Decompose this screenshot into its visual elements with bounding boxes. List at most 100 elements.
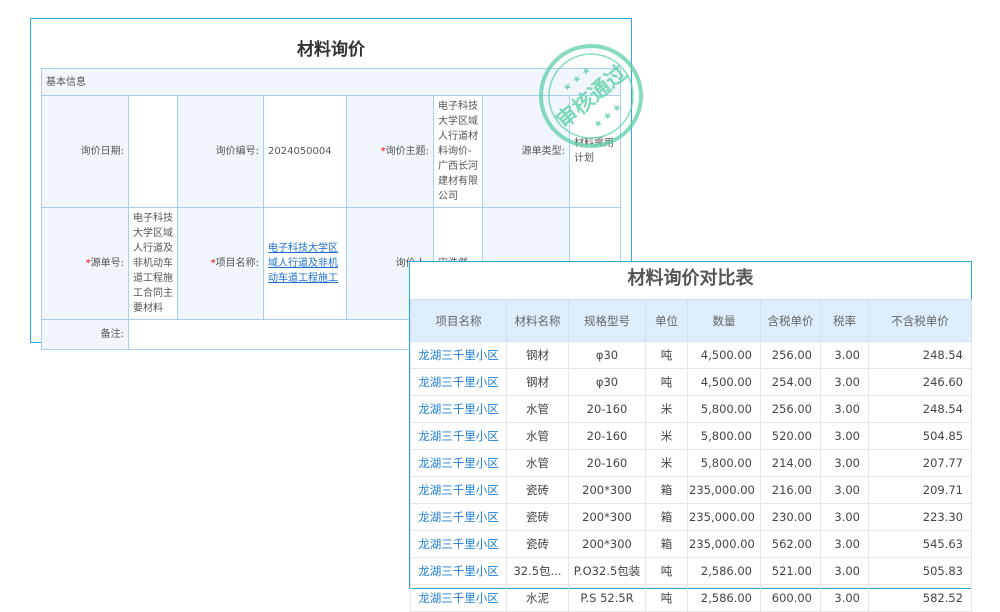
tax-rate: 3.00 — [821, 450, 869, 477]
quantity: 235,000.00 — [688, 504, 761, 531]
price-incl-tax: 256.00 — [761, 396, 821, 423]
quantity: 4,500.00 — [688, 369, 761, 396]
quantity: 235,000.00 — [688, 477, 761, 504]
project-link[interactable]: 龙湖三千里小区 — [411, 396, 507, 423]
spec: 20-160 — [569, 450, 646, 477]
table-row: 龙湖三千里小区钢材φ30吨4,500.00254.003.00246.60 — [411, 369, 972, 396]
table-row: 龙湖三千里小区水管20-160米5,800.00214.003.00207.77 — [411, 450, 972, 477]
price-excl-tax: 207.77 — [869, 450, 972, 477]
price-excl-tax: 545.63 — [869, 531, 972, 558]
price-incl-tax: 230.00 — [761, 504, 821, 531]
unit: 箱 — [646, 504, 688, 531]
table-row: 龙湖三千里小区水泥P.S 52.5R吨2,586.00600.003.00582… — [411, 585, 972, 612]
table-row: 龙湖三千里小区32.5包...P.O32.5包装吨2,586.00521.003… — [411, 558, 972, 585]
tax-rate: 3.00 — [821, 477, 869, 504]
unit: 箱 — [646, 531, 688, 558]
approved-stamp-icon: 审核通过 ★ ★ ★ ★ ★ ★ — [536, 41, 646, 151]
quantity: 5,800.00 — [688, 396, 761, 423]
project-link[interactable]: 龙湖三千里小区 — [411, 531, 507, 558]
project-link[interactable]: 龙湖三千里小区 — [411, 504, 507, 531]
source-no-label-text: 源单号: — [91, 258, 124, 269]
project-link[interactable]: 龙湖三千里小区 — [411, 477, 507, 504]
price-excl-tax: 504.85 — [869, 423, 972, 450]
column-header: 税率 — [821, 300, 869, 342]
material-name: 瓷砖 — [507, 477, 569, 504]
project-link[interactable]: 龙湖三千里小区 — [411, 558, 507, 585]
price-excl-tax: 248.54 — [869, 342, 972, 369]
spec: φ30 — [569, 342, 646, 369]
project-label-text: 项目名称: — [216, 258, 259, 269]
unit: 吨 — [646, 585, 688, 612]
material-name: 水管 — [507, 450, 569, 477]
tax-rate: 3.00 — [821, 504, 869, 531]
section-header: 基本信息 — [42, 69, 621, 96]
table-row: 龙湖三千里小区钢材φ30吨4,500.00256.003.00248.54 — [411, 342, 972, 369]
price-incl-tax: 214.00 — [761, 450, 821, 477]
tax-rate: 3.00 — [821, 342, 869, 369]
price-incl-tax: 600.00 — [761, 585, 821, 612]
column-header: 材料名称 — [507, 300, 569, 342]
unit: 箱 — [646, 477, 688, 504]
tax-rate: 3.00 — [821, 396, 869, 423]
project-link[interactable]: 龙湖三千里小区 — [411, 423, 507, 450]
spec: P.O32.5包装 — [569, 558, 646, 585]
table-row: 龙湖三千里小区瓷砖200*300箱235,000.00216.003.00209… — [411, 477, 972, 504]
price-incl-tax: 256.00 — [761, 342, 821, 369]
spec: 20-160 — [569, 396, 646, 423]
column-header: 数量 — [688, 300, 761, 342]
price-excl-tax: 209.71 — [869, 477, 972, 504]
quantity: 235,000.00 — [688, 531, 761, 558]
unit: 米 — [646, 450, 688, 477]
material-name: 瓷砖 — [507, 531, 569, 558]
unit: 吨 — [646, 369, 688, 396]
spec: 200*300 — [569, 477, 646, 504]
spec: 20-160 — [569, 423, 646, 450]
inquiry-date-label: 询价日期: — [42, 96, 129, 208]
project-link[interactable]: 电子科技大学区域人行道及非机动车道工程施工 — [268, 243, 338, 284]
material-name: 水管 — [507, 423, 569, 450]
project-link[interactable]: 龙湖三千里小区 — [411, 369, 507, 396]
unit: 吨 — [646, 342, 688, 369]
column-header: 含税单价 — [761, 300, 821, 342]
material-name: 32.5包... — [507, 558, 569, 585]
spec: P.S 52.5R — [569, 585, 646, 612]
table-row: 龙湖三千里小区水管20-160米5,800.00520.003.00504.85 — [411, 423, 972, 450]
unit: 吨 — [646, 558, 688, 585]
subject-label-text: 询价主题: — [386, 146, 429, 157]
project-link[interactable]: 龙湖三千里小区 — [411, 585, 507, 612]
tax-rate: 3.00 — [821, 531, 869, 558]
column-header: 规格型号 — [569, 300, 646, 342]
source-no-label: *源单号: — [42, 208, 129, 320]
tax-rate: 3.00 — [821, 369, 869, 396]
subject-label: *询价主题: — [347, 96, 434, 208]
inquiry-date-value[interactable] — [129, 96, 178, 208]
project-link[interactable]: 龙湖三千里小区 — [411, 342, 507, 369]
unit: 米 — [646, 396, 688, 423]
tax-rate: 3.00 — [821, 585, 869, 612]
column-header: 不含税单价 — [869, 300, 972, 342]
price-incl-tax: 521.00 — [761, 558, 821, 585]
comparison-card: 材料询价对比表 项目名称材料名称规格型号单位数量含税单价税率不含税单价 龙湖三千… — [409, 261, 972, 589]
remark-label: 备注: — [42, 320, 129, 350]
price-incl-tax: 216.00 — [761, 477, 821, 504]
material-name: 钢材 — [507, 369, 569, 396]
project-link[interactable]: 龙湖三千里小区 — [411, 450, 507, 477]
quantity: 5,800.00 — [688, 423, 761, 450]
column-header: 单位 — [646, 300, 688, 342]
quantity: 2,586.00 — [688, 558, 761, 585]
inquiry-no-label: 询价编号: — [178, 96, 264, 208]
price-excl-tax: 246.60 — [869, 369, 972, 396]
spec: 200*300 — [569, 531, 646, 558]
price-excl-tax: 223.30 — [869, 504, 972, 531]
comparison-table: 项目名称材料名称规格型号单位数量含税单价税率不含税单价 龙湖三千里小区钢材φ30… — [410, 299, 972, 612]
subject-value: 电子科技大学区域人行道材料询价-广西长河建材有限公司 — [434, 96, 483, 208]
price-excl-tax: 582.52 — [869, 585, 972, 612]
inquiry-no-value: 2024050004 — [264, 96, 347, 208]
table-row: 龙湖三千里小区水管20-160米5,800.00256.003.00248.54 — [411, 396, 972, 423]
source-no-value: 电子科技大学区域人行道及非机动车道工程施工合同主要材料 — [129, 208, 178, 320]
tax-rate: 3.00 — [821, 423, 869, 450]
quantity: 5,800.00 — [688, 450, 761, 477]
tax-rate: 3.00 — [821, 558, 869, 585]
quantity: 2,586.00 — [688, 585, 761, 612]
price-excl-tax: 248.54 — [869, 396, 972, 423]
